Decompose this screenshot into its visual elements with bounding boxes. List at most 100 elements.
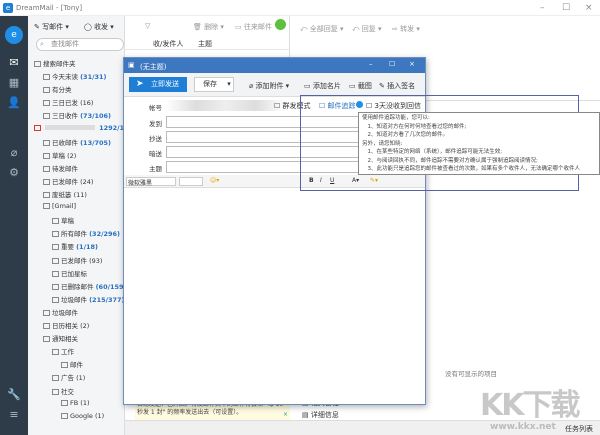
col-subject[interactable]: 主题 [198,39,212,49]
folder-item[interactable]: 垃圾邮件 [43,307,78,317]
receive-label: 收发 [94,23,109,31]
save-button[interactable]: 保存 ▾ [194,77,234,92]
tooltip-line: 使用邮件追踪功能，您可以: [362,115,430,121]
reply-button[interactable]: ⤺ 回复 ▾ [352,24,381,34]
folder-item[interactable]: 草稿 (2) [43,150,76,160]
folder-item[interactable]: 废纸篓 (11) [43,189,87,199]
folder-icon [43,152,50,159]
folder-label: 已删除邮件 [61,282,94,291]
search-icon: ⌕ [40,40,44,48]
folder-item[interactable]: 邮件 [61,359,83,369]
signature-button[interactable]: ✎ 插入签名 [379,81,415,91]
calendar-icon[interactable]: ▦ [7,76,21,90]
details-link[interactable]: ▤ 详细信息 [302,410,339,420]
nav-rail: e ✉ ▦ 👤 ⌀ ⚙ 🔧 ≡ [0,16,28,435]
folder-item[interactable]: 三日收件 (73/106) [43,110,111,120]
folder-icon [52,270,59,277]
contacts-icon[interactable]: 👤 [7,96,21,110]
compose-title: (无主题) [140,63,167,71]
compose-minimize-button[interactable]: – [369,60,373,68]
folder-label: 有分类 [52,86,72,95]
title-bar: e DreamMail - [Tony] – ☐ × [0,0,600,16]
emoji-icon[interactable]: ☺▾ [210,177,219,184]
tooltip-line: 2、知道对方看了几次您的邮件。 [362,132,449,138]
folder-item[interactable]: [Gmail] [43,202,76,210]
offline-mail-button[interactable]: ▭ 往来邮件 [235,22,272,32]
search-input[interactable]: 查找邮件 [36,38,124,51]
send-button[interactable]: ➤ 立即发送 [129,77,187,92]
folder-item[interactable]: 日历相关 (2) [43,320,89,330]
folder-count: (215/377) [89,295,125,304]
reply-all-button[interactable]: ⤺ 全部回复 ▾ [300,24,343,34]
folder-item[interactable]: 垃圾邮件 (215/377) [52,294,125,304]
mail-icon[interactable]: ✉ [7,56,21,70]
forward-button[interactable]: ⇨ 转发 ▾ [392,24,420,34]
receive-button[interactable]: ◯ 收发 ▾ [84,22,114,32]
folder-item[interactable]: 广告 (1) [52,372,85,382]
reply-label: 回复 [361,25,376,33]
delete-button[interactable]: 🗑 删除 ▾ [193,22,224,32]
folder-item[interactable]: 今天未读 (31/31) [43,71,106,81]
compose-maximize-button[interactable]: ☐ [389,60,395,68]
folder-item[interactable]: 有分类 [43,84,72,94]
font-size-select[interactable] [179,177,203,186]
folder-item[interactable]: 待发邮件 [43,163,78,173]
folder-label: 草稿 [61,217,74,226]
attachment-icon[interactable]: ⌀ [7,146,21,160]
compose-close-button[interactable]: × [409,60,415,68]
logo-icon[interactable]: e [5,26,23,44]
folder-item[interactable]: 所有邮件 (32/296) [52,228,120,238]
bcc-label: 暗送 [149,150,162,158]
account-select[interactable] [166,100,286,111]
send-label: 立即发送 [151,80,179,88]
filter-icon[interactable]: ▽ [145,22,150,30]
folder-item[interactable]: 通知相关 [43,333,78,343]
folder-count: (31/31) [80,73,107,82]
attach-button[interactable]: ⌀ 添加附件 ▾ [249,81,289,91]
folder-item[interactable]: 已加星标 [52,268,87,278]
folder-item[interactable]: 三日已发 (16) [43,97,93,107]
folder-item[interactable]: 社交 [52,386,74,396]
body-editor[interactable] [124,189,425,404]
folder-item[interactable]: 已发邮件 (24) [43,176,93,186]
empty-message: 没有可显示的项目 [445,370,497,378]
task-list-button[interactable]: 任务列表 [565,424,593,434]
folder-label: 邮件 [70,361,83,370]
folder-label: Google [70,411,93,420]
folder-count: (2) [80,322,90,330]
folder-label: 已发邮件 [61,256,87,265]
subject-label: 主题 [149,165,162,173]
folder-item[interactable]: 已删除邮件 (60/159) [52,281,127,291]
folder-icon [43,139,50,146]
col-sender[interactable]: 收/发件人 [153,39,183,49]
close-notice-icon[interactable]: × [283,411,288,419]
tools-icon[interactable]: 🔧 [7,388,21,402]
font-select[interactable]: 微软雅黑 [126,177,176,187]
folder-item[interactable]: 已发邮件 (93) [52,255,102,265]
folder-item[interactable]: 已收邮件 (13/705) [43,137,111,147]
menu-icon[interactable]: ≡ [7,408,21,422]
folder-label: 日历相关 [52,322,78,330]
folder-item[interactable]: 工作 [52,346,74,356]
add-card-button[interactable]: ▭ 添加名片 [304,81,341,91]
folder-item[interactable]: 搜索邮件夹 [34,58,76,68]
folder-label: 垃圾邮件 [52,308,78,317]
close-button[interactable]: × [585,3,593,13]
compose-title-bar: ▣ (无主题) – ☐ × [124,58,425,73]
tracking-tooltip: 使用邮件追踪功能，您可以: 1、知道对方在何时何地查看过您的邮件; 2、知道对方… [358,112,600,175]
maximize-button[interactable]: ☐ [562,3,570,13]
folder-panel: ✎ 写邮件 ▾ ◯ 收发 ▾ 查找邮件 ⌕ 搜索邮件夹 今天未读 (31/31)… [28,16,138,435]
folder-item[interactable]: Google (1) [61,412,104,420]
folder-item[interactable]: 重要 (1/18) [52,241,98,251]
settings-icon[interactable]: ⚙ [7,166,21,180]
folder-item[interactable]: 草稿 [52,215,74,225]
folder-label: [Gmail] [52,202,77,211]
save-label: 保存 [203,80,217,88]
minimize-button[interactable]: – [540,3,545,13]
compose-button[interactable]: ✎ 写邮件 ▾ [34,22,69,32]
screenshot-button[interactable]: ▭ 截图 [349,81,372,91]
folder-item[interactable]: FB (1) [61,399,90,407]
folder-label: 三日收件 [52,112,78,121]
folder-label: FB [70,398,79,407]
folder-icon [43,100,50,107]
